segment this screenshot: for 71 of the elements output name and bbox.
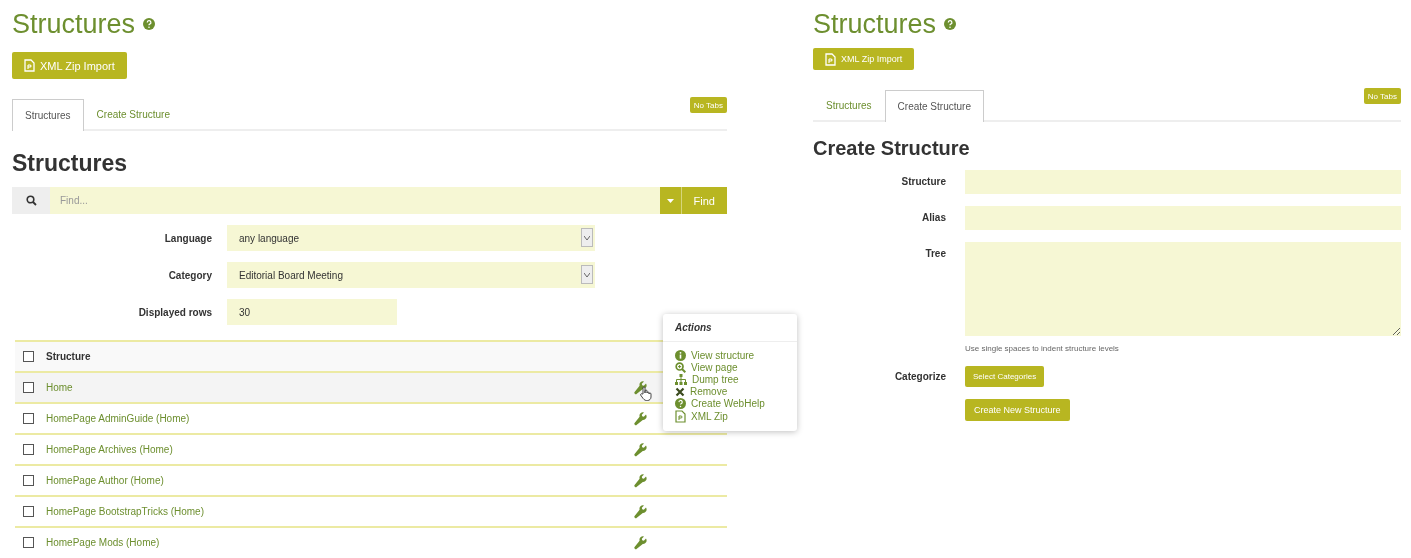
input-field[interactable] bbox=[965, 170, 1401, 194]
select-field[interactable]: Editorial Board Meeting bbox=[227, 262, 595, 288]
info-icon bbox=[675, 350, 686, 361]
help-icon[interactable] bbox=[143, 18, 156, 30]
xml-zip-import-button[interactable]: XML Zip Import bbox=[813, 48, 915, 70]
field-label: Category bbox=[167, 269, 212, 281]
field-label: Displayed rows bbox=[137, 306, 212, 318]
no-tabs-button[interactable]: No Tabs bbox=[1363, 88, 1401, 104]
search-icon bbox=[25, 195, 37, 206]
menu-item[interactable]: View page bbox=[691, 362, 738, 373]
wrench-icon[interactable] bbox=[634, 504, 647, 519]
close-icon bbox=[675, 386, 685, 397]
dropdown-icon bbox=[581, 265, 593, 284]
file-icon bbox=[675, 410, 686, 423]
structure-link[interactable]: HomePage AdminGuide (Home) bbox=[46, 413, 622, 424]
field-label: Tree bbox=[924, 247, 946, 259]
menu-item[interactable]: XML Zip bbox=[691, 411, 728, 422]
page-title: Structures bbox=[12, 8, 136, 40]
field-label: Alias bbox=[921, 211, 946, 223]
checkbox[interactable] bbox=[23, 475, 34, 486]
field-label: Categorize bbox=[893, 370, 946, 382]
menu-item[interactable]: Create WebHelp bbox=[691, 398, 765, 409]
structure-link[interactable]: Home bbox=[46, 382, 622, 393]
tab[interactable]: Create Structure bbox=[884, 90, 984, 122]
help-text: Use single spaces to indent structure levels bbox=[965, 344, 1120, 353]
wrench-icon[interactable] bbox=[634, 473, 647, 488]
input-field[interactable]: 30 bbox=[227, 299, 397, 325]
help-icon[interactable] bbox=[944, 18, 957, 30]
tab[interactable]: Structures bbox=[12, 99, 84, 131]
file-icon bbox=[24, 59, 35, 72]
checkbox[interactable] bbox=[23, 351, 34, 362]
wrench-icon[interactable] bbox=[634, 442, 647, 457]
structure-link[interactable]: HomePage Archives (Home) bbox=[46, 444, 622, 455]
checkbox[interactable] bbox=[23, 413, 34, 424]
menu-item[interactable]: View structure bbox=[691, 350, 755, 361]
wrench-icon[interactable] bbox=[634, 380, 647, 395]
sitemap-icon bbox=[675, 374, 687, 385]
help-icon bbox=[675, 398, 686, 409]
field-label: Language bbox=[163, 232, 212, 244]
select-categories-button[interactable]: Select Categories bbox=[965, 366, 1045, 387]
caret-icon bbox=[666, 198, 674, 203]
checkbox[interactable] bbox=[23, 506, 34, 517]
tab[interactable]: Structures bbox=[813, 90, 885, 120]
dropdown-button[interactable] bbox=[659, 187, 682, 214]
checkbox[interactable] bbox=[23, 382, 34, 393]
column-header: Structure bbox=[46, 351, 91, 362]
structure-link[interactable]: HomePage BootstrapTricks (Home) bbox=[46, 506, 622, 517]
input-field[interactable] bbox=[965, 206, 1401, 230]
section-heading: Create Structure bbox=[813, 136, 971, 161]
page-title: Structures bbox=[813, 8, 937, 40]
file-icon bbox=[825, 52, 836, 66]
menu-item[interactable]: Remove bbox=[690, 386, 728, 397]
structure-link[interactable]: HomePage Author (Home) bbox=[46, 475, 622, 486]
find-button[interactable]: Find bbox=[681, 187, 727, 214]
field-label: Structure bbox=[900, 175, 946, 187]
wrench-icon[interactable] bbox=[634, 411, 647, 426]
section-heading: Structures bbox=[12, 149, 129, 177]
search-field[interactable]: Find... bbox=[50, 187, 660, 214]
zoom-icon bbox=[675, 362, 686, 373]
checkbox[interactable] bbox=[23, 444, 34, 455]
dropdown-icon bbox=[581, 228, 593, 247]
select-field[interactable]: any language bbox=[227, 225, 595, 251]
xml-zip-import-button[interactable]: XML Zip Import bbox=[12, 52, 127, 79]
menu-item[interactable]: Dump tree bbox=[692, 374, 739, 385]
tab[interactable]: Create Structure bbox=[83, 99, 183, 129]
wrench-icon[interactable] bbox=[634, 535, 647, 550]
no-tabs-button[interactable]: No Tabs bbox=[689, 97, 727, 113]
structure-link[interactable]: HomePage Mods (Home) bbox=[46, 537, 622, 548]
checkbox[interactable] bbox=[23, 537, 34, 548]
create-structure-button[interactable]: Create New Structure bbox=[965, 399, 1070, 421]
menu-title: Actions bbox=[663, 314, 797, 342]
